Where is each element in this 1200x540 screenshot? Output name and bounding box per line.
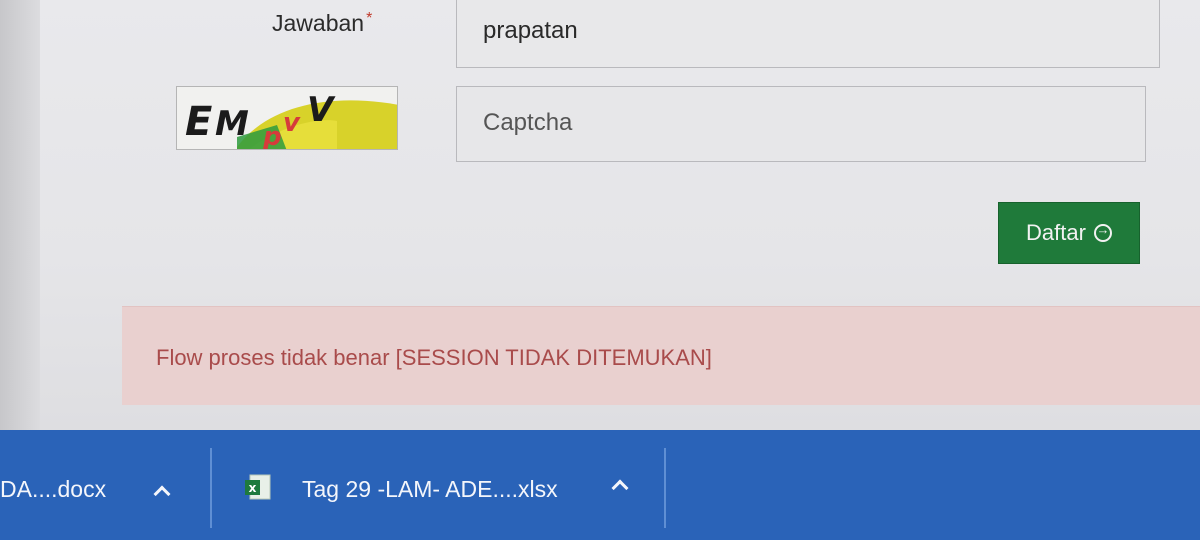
- download-item-xlsx[interactable]: Tag 29 -LAM- ADE....xlsx: [302, 476, 558, 503]
- answer-label-text: Jawaban: [272, 10, 365, 36]
- answer-label: Jawaban *: [272, 10, 372, 37]
- captcha-image: E M p v V: [176, 86, 398, 150]
- download-bar: [0, 430, 1200, 540]
- captcha-input[interactable]: Captcha: [456, 86, 1146, 162]
- excel-file-icon: x: [244, 473, 272, 501]
- captcha-char-2: M: [215, 104, 249, 144]
- captcha-graphic: E M p v V: [185, 90, 397, 150]
- svg-text:x: x: [249, 481, 257, 495]
- taskbar-divider: [210, 448, 212, 528]
- answer-value: prapatan: [483, 17, 578, 44]
- captcha-char-1: E: [185, 99, 212, 145]
- arrow-circle-right-icon: [1093, 222, 1112, 242]
- daftar-button[interactable]: Daftar: [998, 202, 1140, 264]
- captcha-char-3: p: [262, 122, 282, 150]
- error-alert: Flow proses tidak benar [SESSION TIDAK D…: [122, 306, 1200, 405]
- daftar-button-label: Daftar: [1026, 220, 1086, 245]
- required-mark: *: [366, 10, 373, 27]
- captcha-placeholder: Captcha: [483, 109, 573, 136]
- window-edge: [0, 0, 40, 430]
- captcha-char-5: V: [307, 90, 336, 130]
- download-item-docx[interactable]: DA....docx: [0, 476, 106, 503]
- error-message: Flow proses tidak benar [SESSION TIDAK D…: [156, 345, 712, 370]
- answer-input[interactable]: prapatan: [456, 0, 1160, 68]
- taskbar-divider: [664, 448, 666, 528]
- captcha-char-4: v: [283, 108, 301, 138]
